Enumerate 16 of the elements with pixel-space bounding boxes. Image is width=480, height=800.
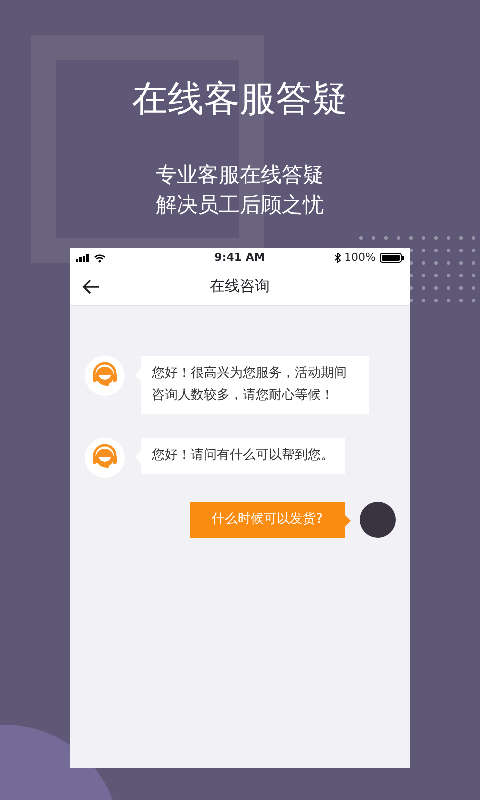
avatar-photo-placeholder — [360, 502, 396, 538]
battery-icon — [380, 253, 404, 263]
battery-percent: 100% — [344, 250, 376, 266]
bubble-tail — [345, 515, 351, 527]
message-bubble: 您好！请问有什么可以帮到您。 — [141, 438, 345, 474]
subtitle-line: 解决员工后顾之忧 — [155, 192, 325, 219]
message-bubble: 您好！很高兴为您服务，活动期间咨询人数较多，请您耐心等候！ — [141, 356, 369, 414]
subtitle-line: 专业客服在线答疑 — [155, 162, 325, 189]
back-arrow-icon[interactable] — [82, 279, 100, 295]
status-time: 9:41 AM — [214, 250, 266, 266]
wifi-icon — [94, 254, 106, 262]
headline: 在线客服答疑 — [131, 78, 349, 122]
message-bubble: 什么时候可以发货? — [190, 502, 345, 538]
screen-title: 在线咨询 — [210, 276, 270, 298]
signal-icon — [76, 254, 90, 262]
bluetooth-icon — [334, 253, 341, 263]
